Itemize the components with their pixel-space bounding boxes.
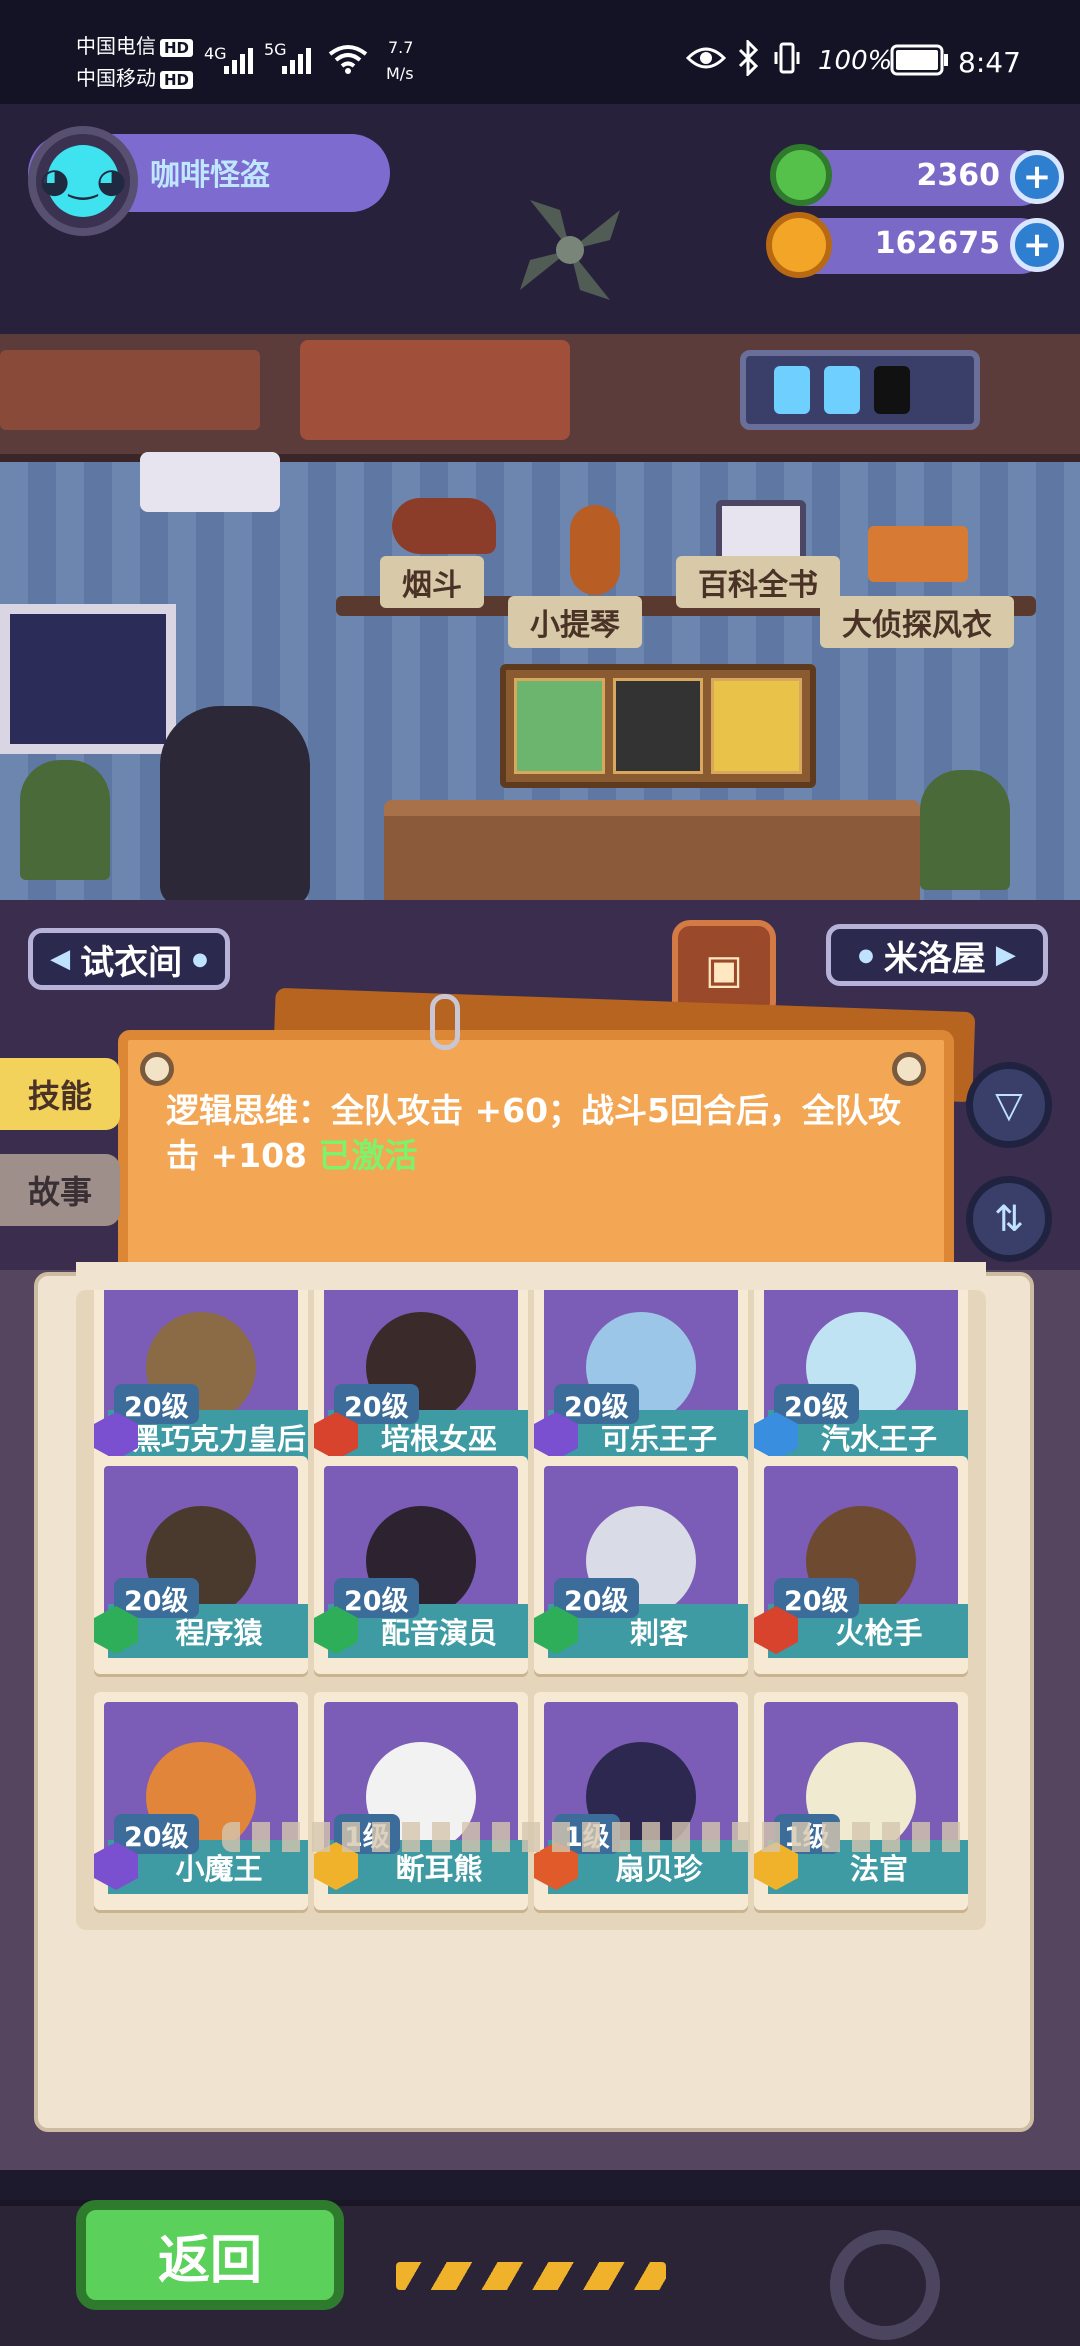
- machine-box: [300, 340, 570, 440]
- avatar[interactable]: ◕‿◕: [28, 126, 138, 236]
- bluetooth-icon: [736, 38, 760, 80]
- battery-icon: [890, 44, 950, 80]
- encyclopedia-icon[interactable]: [716, 500, 806, 564]
- energy-slot-empty-icon: [874, 366, 910, 414]
- milo-house-button[interactable]: ● 米洛屋 ▶: [826, 924, 1048, 986]
- window: [0, 604, 176, 754]
- vibrate-icon: [774, 42, 800, 78]
- carrier-1-label: 中国电信: [76, 34, 156, 58]
- paperclip-icon: [430, 994, 460, 1050]
- carrier-2: 中国移动 HD: [76, 62, 194, 91]
- tab-story[interactable]: 故事: [0, 1154, 120, 1226]
- carrier-2-label: 中国移动: [76, 66, 156, 90]
- plant-icon: [920, 770, 1010, 890]
- fitting-room-button[interactable]: ◀ 试衣间 ●: [28, 928, 230, 990]
- arrow-right-icon: ▶: [995, 940, 1016, 970]
- portrait-image: [514, 678, 605, 774]
- character-card[interactable]: 黑巧克力皇后 20级: [94, 1262, 308, 1480]
- portrait-image: [711, 678, 803, 774]
- portrait-frame: [500, 664, 816, 788]
- hd-badge: HD: [160, 71, 194, 89]
- skill-status: 已激活: [318, 1136, 418, 1175]
- coat-icon[interactable]: [868, 526, 968, 582]
- sort-button[interactable]: ⇅: [966, 1176, 1052, 1262]
- filter-button[interactable]: ▽: [966, 1062, 1052, 1148]
- filter-icon: ▽: [995, 1084, 1023, 1126]
- net-speed-value: 7.7: [388, 38, 414, 57]
- detective-character[interactable]: [160, 706, 310, 906]
- tab-skill[interactable]: 技能: [0, 1058, 120, 1130]
- dot-icon: ●: [192, 948, 208, 970]
- skill-description: 逻辑思维：全队攻击 +60；战斗5回合后，全队攻击 +108 已激活: [166, 1088, 906, 1178]
- plant-icon: [20, 760, 110, 880]
- status-bar: 中国电信 HD 中国移动 HD 4G 5G 7.7 M/s 100% 8:47: [0, 0, 1080, 104]
- shelf-label-pipe[interactable]: 烟斗: [380, 556, 484, 608]
- net-speed-unit: M/s: [386, 64, 414, 83]
- character-card[interactable]: 程序猿 20级: [94, 1456, 308, 1674]
- eye-icon: [685, 44, 727, 76]
- character-card[interactable]: 火枪手 20级: [754, 1456, 968, 1674]
- add-gold-currency-button[interactable]: +: [1010, 218, 1064, 272]
- energy-slots: [740, 350, 980, 430]
- character-card[interactable]: 法官1级: [754, 1692, 968, 1910]
- signal-2-icon: [280, 44, 316, 80]
- projector-icon: [140, 452, 280, 512]
- energy-slot-icon: [824, 366, 860, 414]
- energy-slot-icon: [774, 366, 810, 414]
- skill-text: 逻辑思维：全队攻击 +60；战斗5回合后，全队攻击 +108: [166, 1091, 902, 1175]
- carrier-1: 中国电信 HD: [76, 30, 194, 59]
- gear-icon: [830, 2230, 940, 2340]
- portrait-image: [612, 678, 704, 774]
- arrow-left-icon: ◀: [50, 944, 71, 974]
- username: 咖啡怪盗: [150, 158, 270, 193]
- wifi-icon: [326, 40, 370, 80]
- back-button[interactable]: 返回: [76, 2200, 344, 2310]
- shelf-label-encyclopedia[interactable]: 百科全书: [676, 556, 840, 608]
- add-green-currency-button[interactable]: +: [1010, 150, 1064, 204]
- character-card[interactable]: 扇贝珍1级: [534, 1692, 748, 1910]
- clock: 8:47: [958, 46, 1021, 79]
- machine-box: [0, 350, 260, 430]
- fitting-room-label: 试衣间: [80, 942, 183, 983]
- currency-gold-value: 162675: [874, 226, 1000, 261]
- character-card[interactable]: 刺客 20级: [534, 1456, 748, 1674]
- character-card[interactable]: 汽水王子 20级: [754, 1262, 968, 1480]
- character-card[interactable]: 断耳熊1级: [314, 1692, 528, 1910]
- character-card[interactable]: 小魔王 20级: [94, 1692, 308, 1910]
- character-card[interactable]: 培根女巫 20级: [314, 1262, 528, 1480]
- character-card[interactable]: 可乐王子 20级: [534, 1262, 748, 1480]
- nail-icon: [140, 1052, 174, 1086]
- violin-icon[interactable]: [570, 505, 620, 595]
- hd-badge: HD: [160, 39, 194, 57]
- nail-icon: [892, 1052, 926, 1086]
- shelf-label-coat[interactable]: 大侦探风衣: [820, 596, 1014, 648]
- character-card[interactable]: 配音演员 20级: [314, 1456, 528, 1674]
- milo-house-label: 米洛屋: [883, 938, 986, 979]
- grid-top-edge: [76, 1262, 986, 1290]
- sort-icon: ⇅: [993, 1198, 1025, 1240]
- cat-face-icon: ◕‿◕: [40, 145, 126, 217]
- currency-green-value: 2360: [916, 158, 1001, 193]
- signal-1-icon: [222, 44, 258, 80]
- page-footer-text: [222, 1822, 972, 1852]
- fan-icon: [500, 180, 640, 320]
- pipe-icon[interactable]: [392, 498, 496, 554]
- hazard-stripe: [396, 2262, 666, 2290]
- dot-icon: ●: [858, 944, 874, 966]
- shelf-label-violin[interactable]: 小提琴: [508, 596, 642, 648]
- battery-percent: 100%: [818, 46, 893, 76]
